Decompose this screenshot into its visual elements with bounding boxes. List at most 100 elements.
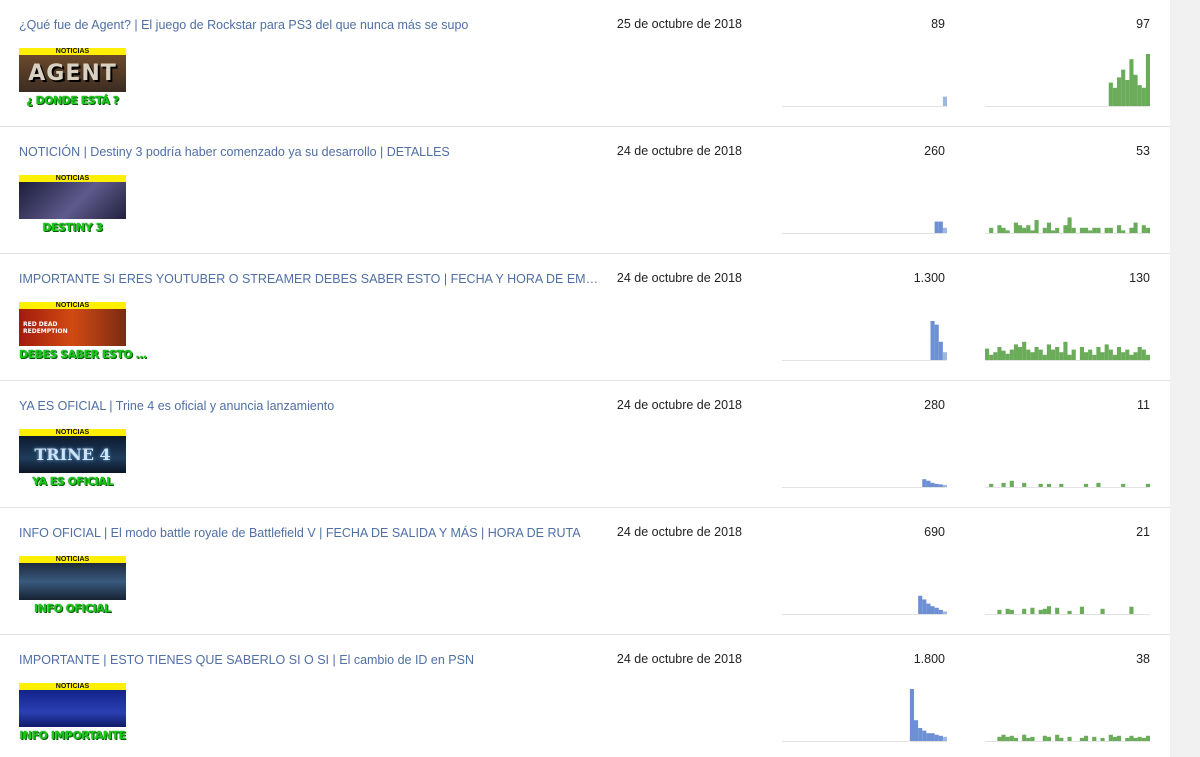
sparkline-bar (1096, 347, 1101, 360)
video-thumbnail[interactable]: NOTICIAS DESTINY 3 (19, 175, 126, 237)
sparkline-bar (1046, 344, 1052, 360)
sparkline-bar (1141, 349, 1146, 360)
sparkline-bar (1125, 349, 1130, 360)
sparkline-bar (1117, 735, 1122, 741)
video-thumbnail[interactable]: NOTICIAS TRINE 4 YA ES OFICIAL (19, 429, 126, 491)
sparkline-bar (1092, 354, 1097, 360)
thumbnail-band: NOTICIAS (19, 302, 126, 309)
sparkline-bar (1141, 225, 1146, 233)
sparkline-bar (1009, 609, 1014, 614)
sparkline-bar (1117, 225, 1122, 233)
sparkline-bar (938, 221, 943, 233)
views-count: 280 (924, 398, 945, 412)
video-row: IMPORTANTE | ESTO TIENES QUE SABERLO SI … (0, 635, 1170, 757)
sparkline-bar (1100, 352, 1105, 360)
sparkline-bar (1092, 736, 1097, 741)
thumbnail-band: NOTICIAS (19, 429, 126, 436)
sparkline-bar (989, 227, 994, 233)
sparkline-bar (930, 606, 935, 614)
video-row: ¿Qué fue de Agent? | El juego de Rocksta… (0, 0, 1170, 127)
sparkline-bar (993, 352, 998, 360)
sparkline-bar (1145, 54, 1150, 106)
sparkline-bar (1001, 350, 1006, 360)
sparkline-bar (934, 607, 939, 614)
sparkline-bar (1096, 227, 1101, 233)
video-thumbnail[interactable]: NOTICIAS AGENT ¿ DONDE ESTÁ ? (19, 48, 126, 110)
sparkline-bar (922, 599, 927, 614)
video-thumbnail[interactable]: NOTICIAS INFO IMPORTANTE (19, 683, 126, 745)
sparkline-bar (1079, 347, 1085, 360)
sparkline-bar (1067, 217, 1072, 233)
sparkline-bar (1055, 347, 1060, 360)
sparkline-bar (938, 609, 943, 614)
views-sparkline (782, 48, 947, 108)
engagement-count: 130 (1129, 271, 1150, 285)
engagement-sparkline (985, 302, 1150, 362)
sparkline-bar (909, 689, 915, 741)
video-title-link[interactable]: IMPORTANTE SI ERES YOUTUBER O STREAMER D… (19, 271, 604, 287)
sparkline-bar (997, 736, 1002, 741)
engagement-sparkline (985, 429, 1150, 489)
thumbnail-band: NOTICIAS (19, 683, 126, 690)
sparkline-bar (1038, 349, 1043, 360)
publish-date: 25 de octubre de 2018 (616, 17, 742, 31)
sparkline-bar (985, 348, 990, 360)
video-title-link[interactable]: IMPORTANTE | ESTO TIENES QUE SABERLO SI … (19, 652, 604, 668)
engagement-sparkline (985, 48, 1150, 108)
sparkline-bar (1117, 347, 1122, 360)
sparkline-bar (926, 733, 931, 741)
video-title-link[interactable]: YA ES OFICIAL | Trine 4 es oficial y anu… (19, 398, 604, 414)
video-title-link[interactable]: INFO OFICIAL | El modo battle royale de … (19, 525, 604, 541)
sparkline-bar (914, 720, 919, 741)
engagement-sparkline (985, 556, 1150, 616)
sparkline-bar (942, 352, 947, 360)
video-title-link[interactable]: NOTICIÓN | Destiny 3 podría haber comenz… (19, 144, 604, 160)
sparkline-bar (1001, 734, 1006, 741)
sparkline-bar (1022, 482, 1027, 487)
sparkline-bar (1092, 227, 1097, 233)
views-count: 260 (924, 144, 945, 158)
sparkline-bar (1034, 347, 1039, 360)
sparkline-bar (1055, 227, 1060, 233)
sparkline-bar (1071, 227, 1076, 233)
sparkline-bar (1104, 227, 1109, 233)
sparkline-bar (1129, 606, 1134, 614)
sparkline-bar (997, 347, 1002, 360)
sparkline-bar (1046, 483, 1052, 487)
sparkline-bar (1145, 227, 1150, 233)
sparkline-bar (1009, 480, 1014, 487)
sparkline-bar (1042, 608, 1047, 614)
sparkline-bar (1051, 230, 1056, 233)
thumbnail-caption: INFO OFICIAL (19, 600, 126, 618)
video-thumbnail[interactable]: NOTICIAS RED DEAD REDEMPTION DEBES SABER… (19, 302, 147, 364)
video-row: INFO OFICIAL | El modo battle royale de … (0, 508, 1170, 635)
video-row: IMPORTANTE SI ERES YOUTUBER O STREAMER D… (0, 254, 1170, 381)
engagement-sparkline (985, 175, 1150, 235)
sparkline-bar (1084, 227, 1089, 233)
sparkline-bar (1059, 737, 1064, 741)
sparkline-bar (1100, 608, 1105, 614)
video-thumbnail[interactable]: NOTICIAS INFO OFICIAL (19, 556, 126, 618)
sparkline-bar (1121, 352, 1126, 360)
sparkline-bar (1129, 227, 1134, 233)
engagement-sparkline (985, 683, 1150, 743)
sparkline-bar (1112, 87, 1118, 106)
views-count: 690 (924, 525, 945, 539)
video-title-link[interactable]: ¿Qué fue de Agent? | El juego de Rocksta… (19, 17, 604, 33)
views-sparkline (782, 429, 947, 489)
sparkline-bar (1108, 734, 1113, 741)
sparkline-bar (1133, 352, 1138, 360)
sparkline-bar (1129, 354, 1134, 360)
sparkline-bar (1121, 230, 1126, 233)
sparkline-bar (1022, 227, 1027, 233)
sparkline-bar (1133, 222, 1138, 233)
sparkline-bar (1001, 227, 1006, 233)
publish-date: 24 de octubre de 2018 (616, 271, 742, 285)
thumbnail-caption: DESTINY 3 (19, 219, 126, 237)
sparkline-bar (1005, 353, 1010, 360)
sparkline-bar (1055, 607, 1060, 614)
sparkline-bar (1051, 349, 1056, 360)
sparkline-bar (930, 482, 935, 487)
thumbnail-art (19, 182, 126, 219)
sparkline-bar (934, 734, 939, 741)
